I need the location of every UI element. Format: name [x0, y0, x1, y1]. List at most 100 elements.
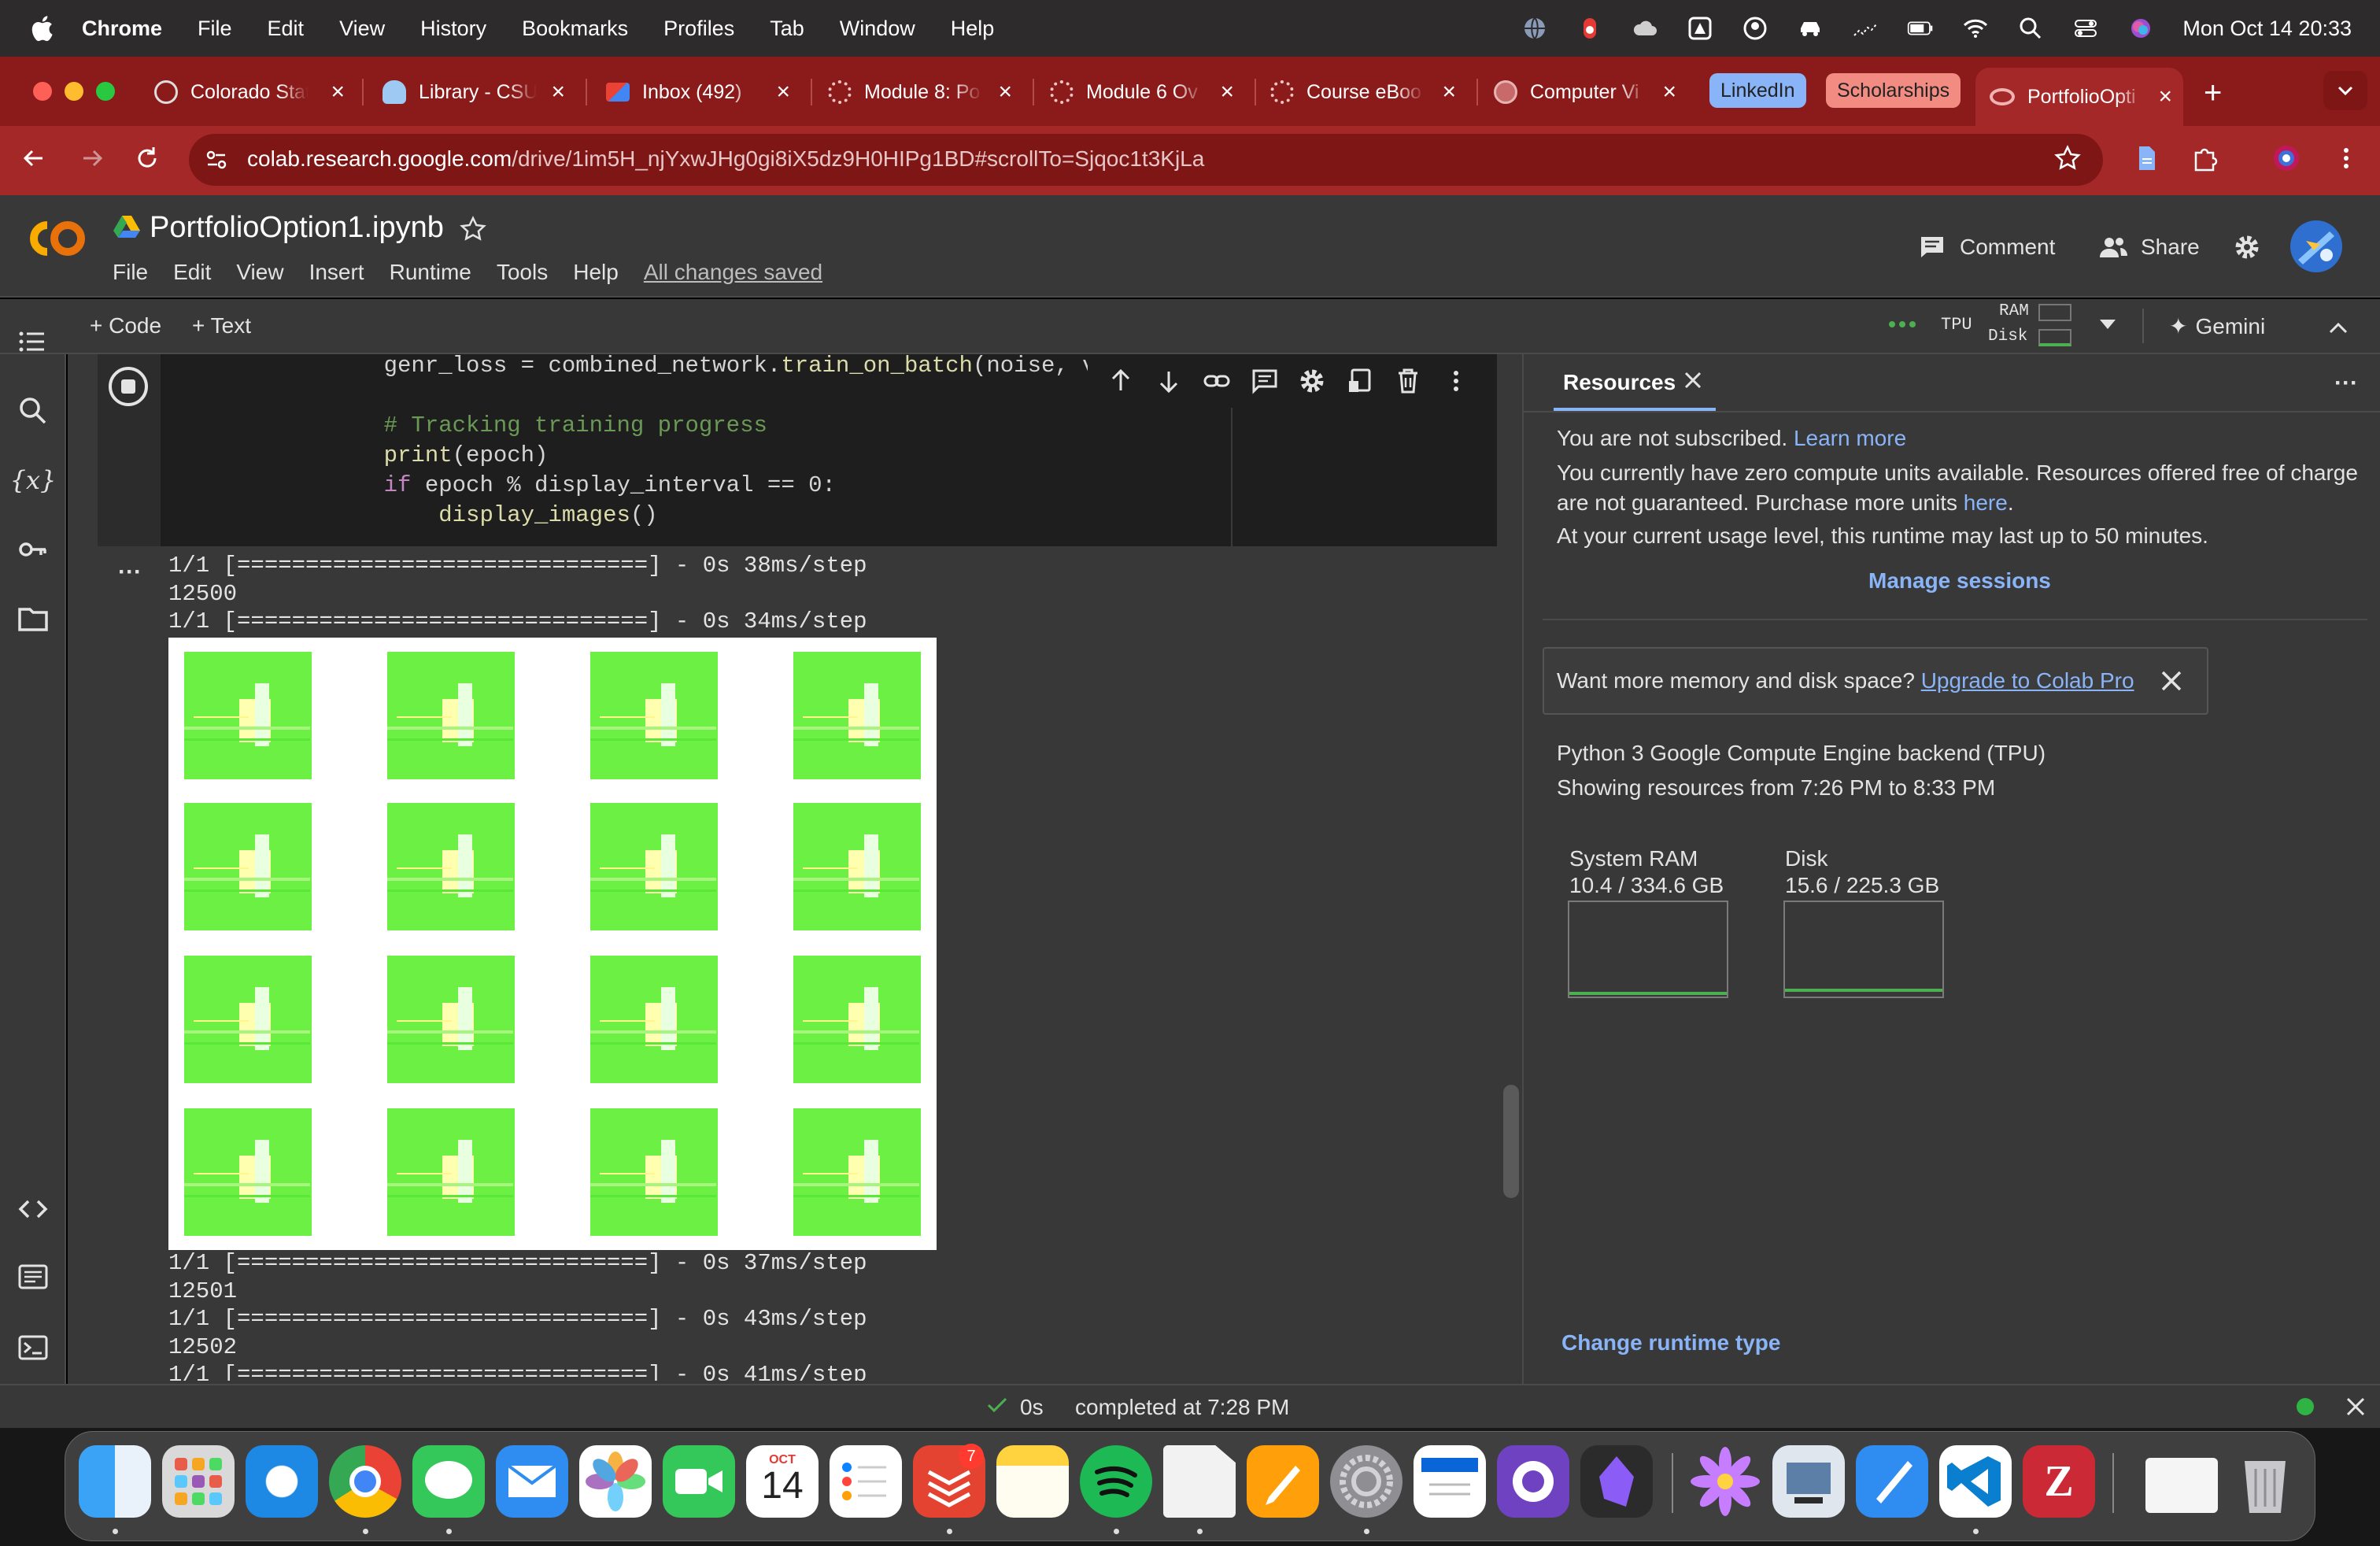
apple-icon[interactable]	[30, 15, 54, 42]
runtime-dropdown-icon[interactable]	[2100, 320, 2116, 329]
tab-search-icon[interactable]	[2323, 71, 2367, 110]
output-actions-icon[interactable]: ···	[118, 559, 142, 586]
secrets-key-icon[interactable]	[14, 531, 52, 568]
window-minimize-button[interactable]	[65, 82, 83, 101]
trash-icon[interactable]	[2229, 1445, 2301, 1518]
ram-meter[interactable]	[2038, 304, 2071, 321]
menu-history[interactable]: History	[420, 17, 486, 41]
menu-bookmarks[interactable]: Bookmarks	[522, 17, 628, 41]
extensions-puzzle-icon[interactable]	[2190, 143, 2219, 173]
menu-help[interactable]: Help	[951, 17, 995, 41]
menu-edit[interactable]: Edit	[268, 17, 305, 41]
move-cell-down-icon[interactable]	[1153, 365, 1184, 397]
user-avatar[interactable]	[2290, 220, 2342, 272]
manage-sessions-link[interactable]: Manage sessions	[1868, 568, 2051, 594]
dismiss-banner-icon[interactable]	[2156, 666, 2186, 696]
command-palette-icon[interactable]	[14, 1258, 52, 1296]
calendar-app-icon[interactable]	[1414, 1445, 1486, 1518]
notes-icon[interactable]	[996, 1445, 1069, 1518]
tab-portfolio-option[interactable]: PortfolioOpti ×	[1975, 68, 2183, 126]
close-resources-icon[interactable]	[1680, 367, 1706, 394]
back-arrow-icon[interactable]	[19, 143, 49, 173]
profile-avatar-icon[interactable]	[2271, 143, 2301, 173]
colab-menu-view[interactable]: View	[236, 260, 283, 285]
notebook-title[interactable]: PortfolioOption1.ipynb	[150, 211, 444, 245]
purchase-here-link[interactable]: here	[1964, 490, 2008, 515]
bookmark-star-icon[interactable]	[2053, 143, 2082, 173]
add-code-button[interactable]: + Code	[90, 313, 161, 338]
tab-close-icon[interactable]: ×	[998, 79, 1012, 105]
finder-icon[interactable]	[79, 1445, 151, 1518]
code-snippets-icon[interactable]	[14, 1190, 52, 1228]
docs-extension-icon[interactable]	[2131, 143, 2161, 173]
site-info-icon[interactable]	[201, 145, 231, 175]
stop-execution-button[interactable]	[109, 367, 148, 406]
menu-profiles[interactable]: Profiles	[663, 17, 734, 41]
icloud-icon[interactable]	[1632, 15, 1658, 42]
colab-menu-tools[interactable]: Tools	[497, 260, 548, 285]
tab-group-scholarships[interactable]: Scholarships	[1826, 73, 1961, 108]
activity-icon[interactable]	[1852, 15, 1879, 42]
tab-colorado-state[interactable]: Colorado State ×	[154, 68, 345, 117]
terminal-icon[interactable]	[14, 1329, 52, 1367]
chrome-menu-icon[interactable]	[2331, 143, 2361, 173]
reminders-icon[interactable]	[830, 1445, 902, 1518]
xcode-icon[interactable]	[1856, 1445, 1928, 1518]
tab-module-8[interactable]: Module 8: Po ×	[828, 68, 1012, 117]
reload-icon[interactable]	[132, 143, 162, 173]
disk-meter[interactable]	[2038, 329, 2071, 346]
tab-close-icon[interactable]: ×	[551, 79, 565, 105]
execution-completed-text[interactable]: completed at 7:28 PM	[1075, 1395, 1289, 1420]
preview-icon[interactable]	[1772, 1445, 1845, 1518]
move-cell-up-icon[interactable]	[1105, 365, 1136, 397]
variables-icon[interactable]: {x}	[10, 461, 57, 499]
new-tab-icon[interactable]: +	[2204, 76, 2222, 111]
tab-computer-vision[interactable]: Computer Vi ×	[1494, 68, 1676, 117]
search-icon[interactable]	[14, 392, 52, 430]
vscode-icon[interactable]	[1939, 1445, 2012, 1518]
siri-icon[interactable]	[2127, 15, 2154, 42]
spotify-icon[interactable]	[1080, 1445, 1152, 1518]
runtime-type-label[interactable]: TPU	[1941, 315, 1972, 335]
tab-inbox[interactable]: Inbox (492) ×	[606, 68, 790, 117]
obsidian-icon[interactable]	[1580, 1445, 1653, 1518]
document-icon[interactable]	[1163, 1445, 1236, 1518]
add-comment-icon[interactable]	[1249, 365, 1281, 397]
forward-arrow-icon[interactable]	[77, 143, 107, 173]
car-icon[interactable]	[1797, 15, 1824, 42]
add-text-button[interactable]: + Text	[192, 313, 251, 338]
mirror-cell-icon[interactable]	[1344, 365, 1376, 397]
table-of-contents-icon[interactable]	[14, 323, 52, 361]
resources-tab[interactable]: Resources	[1563, 370, 1676, 395]
code-editor[interactable]: genr_loss = combined_network.train_on_ba…	[329, 351, 1165, 531]
link-icon[interactable]	[1201, 365, 1232, 397]
close-status-icon[interactable]	[2342, 1393, 2369, 1420]
github-desktop-icon[interactable]	[1497, 1445, 1569, 1518]
tab-close-icon[interactable]: ×	[331, 79, 345, 105]
zotero-icon[interactable]: Z	[2023, 1445, 2095, 1518]
chrome-icon[interactable]	[329, 1445, 401, 1518]
more-options-icon[interactable]	[1440, 365, 1472, 397]
flower-wallpaper-icon[interactable]	[1689, 1445, 1761, 1518]
learn-more-link[interactable]: Learn more	[1794, 426, 1906, 450]
menu-view[interactable]: View	[339, 17, 385, 41]
window-zoom-button[interactable]	[96, 82, 115, 101]
window-close-button[interactable]	[33, 82, 52, 101]
messages-icon[interactable]	[412, 1445, 485, 1518]
url-text[interactable]: colab.research.google.com/drive/1im5H_nj…	[247, 146, 1204, 172]
comment-button[interactable]: Comment	[1917, 228, 2055, 266]
user-account-icon[interactable]	[1742, 15, 1768, 42]
calendar-icon[interactable]: OCT 14	[746, 1445, 819, 1518]
colab-menu-insert[interactable]: Insert	[309, 260, 364, 285]
menu-tab[interactable]: Tab	[770, 17, 804, 41]
photos-icon[interactable]	[579, 1445, 652, 1518]
star-notebook-icon[interactable]	[458, 214, 488, 244]
panel-more-options-icon[interactable]: ···	[2334, 370, 2358, 397]
tab-library[interactable]: Library - CSU ×	[382, 68, 565, 117]
menu-file[interactable]: File	[198, 17, 232, 41]
tab-group-linkedin[interactable]: LinkedIn	[1709, 73, 1806, 108]
collapse-header-icon[interactable]	[2323, 313, 2353, 343]
colab-menu-runtime[interactable]: Runtime	[390, 260, 471, 285]
tab-close-icon[interactable]: ×	[1220, 79, 1234, 105]
settings-gear-icon[interactable]	[2232, 228, 2275, 266]
